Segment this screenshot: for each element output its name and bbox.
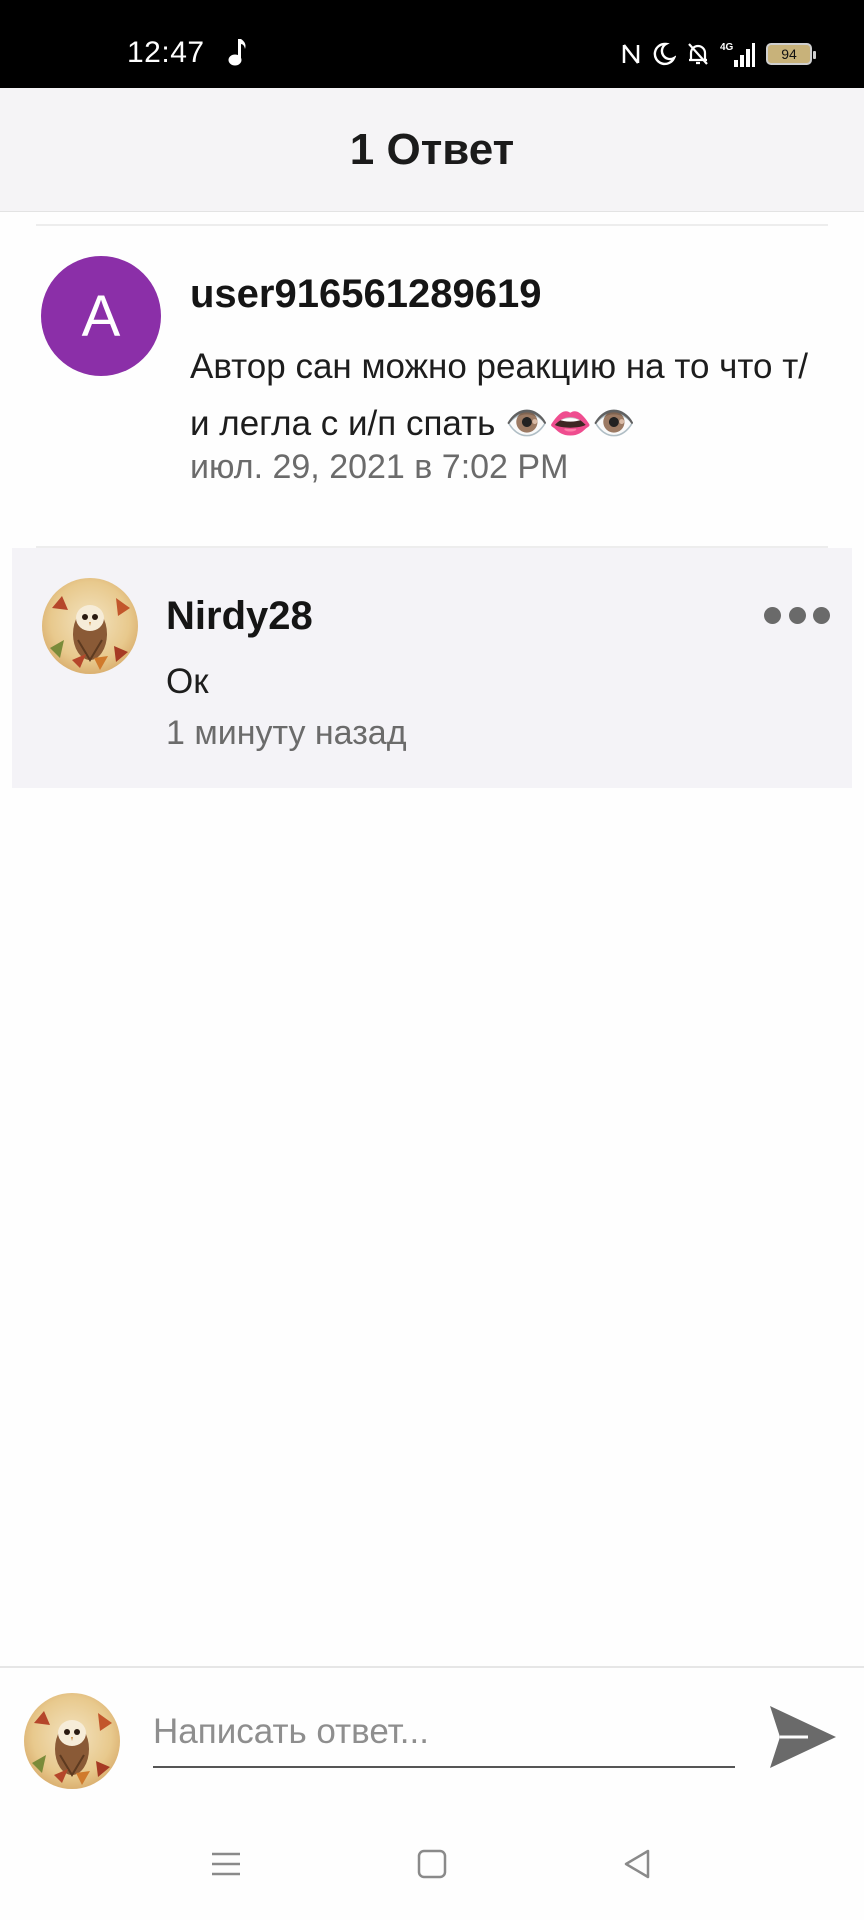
battery-level: 94 — [781, 46, 797, 62]
original-comment: A user916561289619 Автор сан можно реакц… — [0, 226, 864, 546]
back-triangle-icon[interactable] — [620, 1846, 656, 1882]
reply-time: 1 минуту назад — [166, 714, 407, 752]
reply-text: Ок — [166, 662, 209, 701]
more-dot-icon — [764, 606, 781, 624]
header: 1 Ответ — [0, 88, 864, 212]
more-options-button[interactable] — [764, 600, 830, 630]
home-square-icon[interactable] — [414, 1846, 450, 1882]
status-bar: 12:47 4G 94 — [0, 0, 864, 88]
reply-item: Nirdy28 Ок 1 минуту назад — [12, 548, 852, 788]
reply-input[interactable] — [153, 1698, 735, 1768]
comment-text: Автор сан можно реакцию на то что т/и ле… — [190, 347, 808, 443]
avatar[interactable]: A — [41, 256, 161, 376]
compose-bar — [0, 1666, 864, 1806]
owl-avatar-image — [32, 1711, 112, 1785]
status-icons: 4G 94 — [620, 38, 816, 70]
do-not-disturb-moon-icon — [653, 42, 676, 66]
owl-avatar-icon[interactable] — [42, 578, 138, 674]
signal-4g-icon: 4G — [720, 42, 755, 67]
page-title: 1 Ответ — [349, 124, 515, 174]
comment-date: июл. 29, 2021 в 7:02 PM — [190, 448, 569, 486]
send-icon[interactable] — [768, 1704, 838, 1770]
menu-icon[interactable] — [208, 1846, 244, 1882]
owl-avatar-icon — [24, 1693, 120, 1789]
bell-off-icon — [688, 43, 708, 65]
more-dot-icon — [813, 606, 830, 624]
more-dot-icon — [788, 606, 806, 624]
avatar-letter: A — [81, 283, 121, 349]
nfc-icon — [622, 44, 640, 64]
owl-avatar-image — [50, 596, 130, 670]
system-nav-bar — [0, 1806, 864, 1920]
battery-icon: 94 — [766, 43, 816, 65]
status-time: 12:47 — [127, 36, 205, 69]
svg-text:4G: 4G — [720, 42, 734, 53]
music-note-icon — [228, 39, 246, 66]
reply-username[interactable]: Nirdy28 — [166, 594, 313, 639]
comment-username[interactable]: user916561289619 — [190, 272, 541, 317]
screen: 12:47 4G 94 1 Ответ A user916561289619 А… — [0, 0, 864, 1920]
